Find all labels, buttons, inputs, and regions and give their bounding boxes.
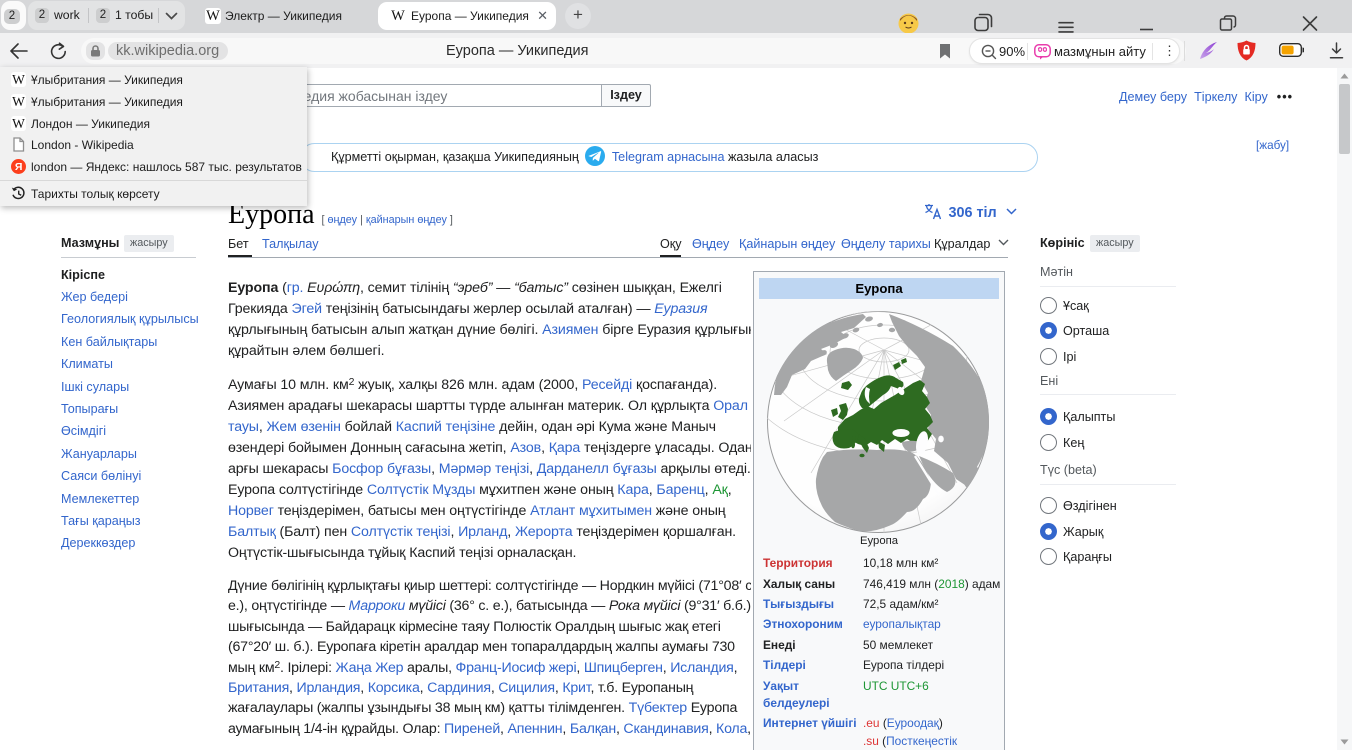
- svg-text:Я: Я: [15, 161, 23, 173]
